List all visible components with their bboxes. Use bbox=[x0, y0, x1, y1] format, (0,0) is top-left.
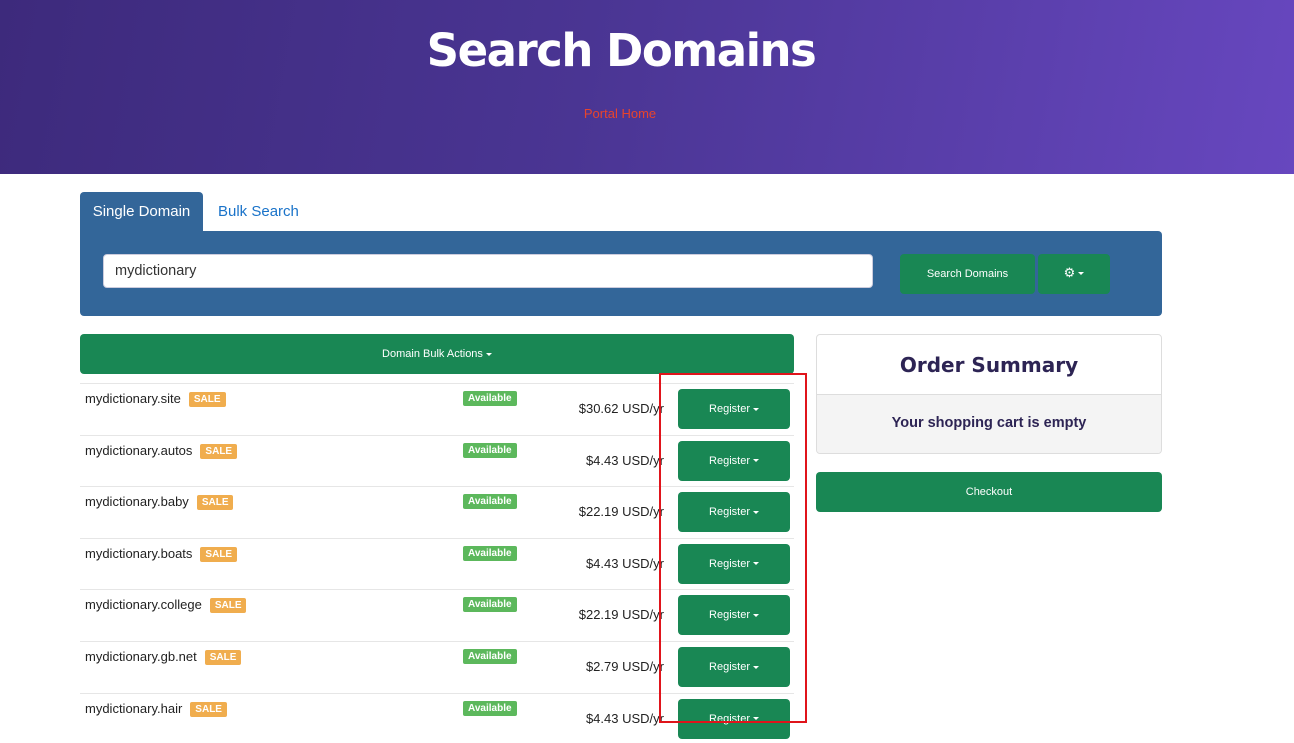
page-title: Search Domains bbox=[426, 24, 817, 77]
sale-badge: SALE bbox=[209, 598, 247, 614]
register-label: Register bbox=[709, 454, 750, 467]
caret-down-icon bbox=[752, 613, 759, 617]
register-label: Register bbox=[709, 557, 750, 570]
search-options-button[interactable]: ⚙ bbox=[1038, 254, 1110, 294]
page-header: Search Domains Portal Home bbox=[0, 0, 1294, 174]
sale-badge: SALE bbox=[196, 495, 234, 511]
domain-name: mydictionary.boats bbox=[85, 545, 193, 561]
list-item: mydictionary.site SALE Available $30.62 U… bbox=[80, 383, 794, 435]
caret-down-icon bbox=[752, 510, 759, 514]
status-badge: Available bbox=[463, 648, 517, 664]
search-domains-button[interactable]: Search Domains bbox=[900, 254, 1035, 294]
status-badge: Available bbox=[463, 545, 517, 561]
domain-price: $30.62 USD/yr bbox=[578, 401, 664, 416]
breadcrumb-portal-home[interactable]: Portal Home bbox=[0, 106, 1240, 121]
caret-down-icon bbox=[752, 407, 759, 411]
register-button[interactable]: Register bbox=[678, 492, 790, 533]
domain-search-input[interactable]: mydictionary bbox=[103, 254, 873, 288]
cart-empty-message: Your shopping cart is empty bbox=[817, 395, 1161, 453]
domain-results-list: mydictionary.site SALE Available $30.62 U… bbox=[80, 383, 794, 743]
domain-name: mydictionary.gb.net bbox=[85, 648, 197, 664]
status-badge: Available bbox=[463, 700, 517, 716]
domain-price: $4.43 USD/yr bbox=[585, 452, 664, 468]
status-badge: Available bbox=[463, 391, 517, 406]
sale-badge: SALE bbox=[204, 649, 242, 665]
caret-down-icon bbox=[1078, 272, 1085, 276]
caret-down-icon bbox=[752, 665, 759, 669]
list-item: mydictionary.boats SALE Available $4.43 U… bbox=[80, 537, 794, 590]
register-button[interactable]: Register bbox=[678, 543, 790, 584]
register-button[interactable]: Register bbox=[678, 698, 790, 739]
domain-name: mydictionary.autos bbox=[85, 442, 193, 458]
list-item: mydictionary.hair SALE Available $4.43 US… bbox=[80, 692, 794, 743]
status-badge: Available bbox=[463, 597, 517, 613]
register-button[interactable]: Register bbox=[678, 389, 790, 429]
search-panel: mydictionary Search Domains ⚙ bbox=[80, 231, 1162, 316]
checkout-button[interactable]: Checkout bbox=[816, 472, 1162, 512]
list-item: mydictionary.gb.net SALE Available $2.79 … bbox=[80, 640, 794, 693]
register-button[interactable]: Register bbox=[678, 646, 790, 687]
caret-down-icon bbox=[752, 459, 759, 463]
domain-price: $4.43 USD/yr bbox=[585, 710, 664, 726]
list-item: mydictionary.autos SALE Available $4.43 U… bbox=[80, 434, 794, 487]
sale-badge: SALE bbox=[188, 392, 226, 407]
domain-price: $2.79 USD/yr bbox=[585, 658, 664, 674]
tab-single-domain[interactable]: Single Domain bbox=[80, 192, 203, 232]
register-label: Register bbox=[709, 660, 750, 673]
domain-name: mydictionary.baby bbox=[85, 494, 189, 510]
register-label: Register bbox=[709, 712, 750, 725]
domain-name: mydictionary.college bbox=[85, 597, 202, 613]
bulk-actions-label: Domain Bulk Actions bbox=[382, 348, 483, 360]
sale-badge: SALE bbox=[200, 546, 238, 562]
caret-down-icon bbox=[485, 352, 492, 356]
domain-price: $22.19 USD/yr bbox=[578, 607, 664, 623]
domain-bulk-actions-button[interactable]: Domain Bulk Actions bbox=[80, 334, 794, 374]
order-summary-panel: Order Summary Your shopping cart is empt… bbox=[816, 334, 1162, 454]
domain-name: mydictionary.hair bbox=[85, 700, 183, 716]
register-label: Register bbox=[709, 403, 750, 415]
gear-icon: ⚙ bbox=[1063, 265, 1076, 280]
order-summary-title: Order Summary bbox=[817, 335, 1161, 395]
domain-price: $4.43 USD/yr bbox=[585, 555, 664, 571]
caret-down-icon bbox=[752, 717, 759, 721]
register-button[interactable]: Register bbox=[678, 595, 790, 636]
register-label: Register bbox=[709, 506, 750, 519]
list-item: mydictionary.college SALE Available $22.1… bbox=[80, 589, 794, 641]
register-button[interactable]: Register bbox=[678, 440, 790, 481]
tab-bulk-search[interactable]: Bulk Search bbox=[218, 192, 299, 232]
status-badge: Available bbox=[463, 442, 517, 458]
domain-price: $22.19 USD/yr bbox=[578, 504, 664, 520]
list-item: mydictionary.baby SALE Available $22.19 U… bbox=[80, 486, 794, 538]
caret-down-icon bbox=[752, 562, 759, 566]
domain-name: mydictionary.site bbox=[85, 391, 181, 406]
register-label: Register bbox=[709, 609, 750, 622]
sale-badge: SALE bbox=[200, 443, 238, 459]
sale-badge: SALE bbox=[190, 701, 227, 717]
status-badge: Available bbox=[463, 494, 517, 510]
